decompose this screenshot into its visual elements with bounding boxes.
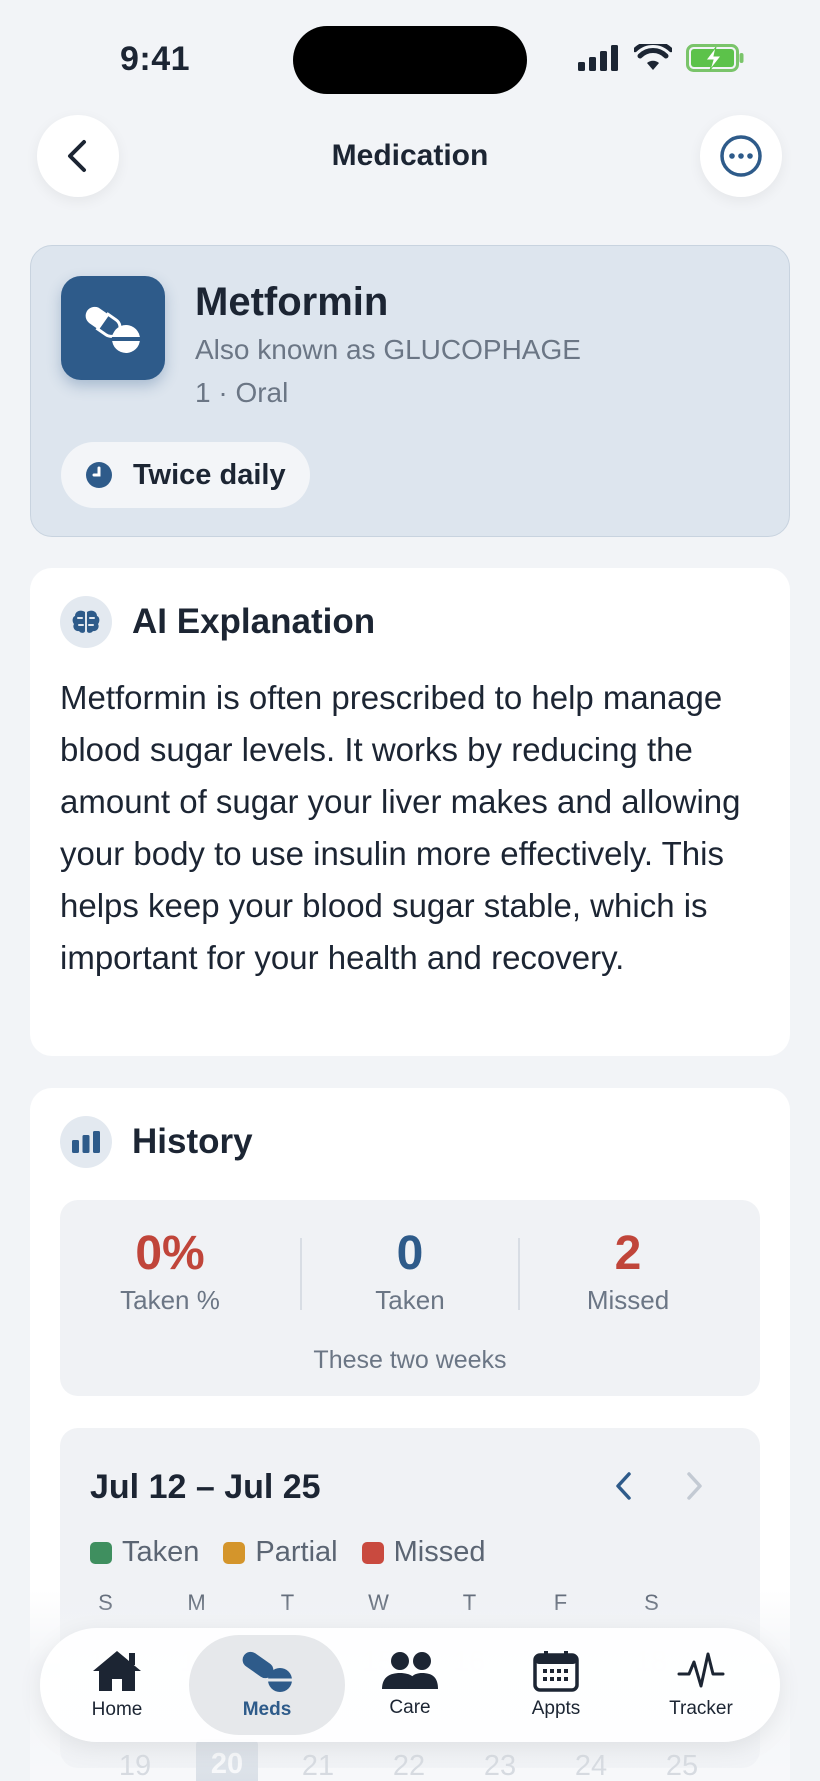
- medication-dose-route: 1 · Oral: [195, 377, 289, 408]
- wifi-icon: [634, 44, 672, 70]
- history-stats: 0% Taken % 0 Taken 2 Missed These two we…: [60, 1200, 760, 1396]
- stat-value: 0: [396, 1227, 424, 1280]
- signal-icon: [578, 45, 618, 71]
- pulse-icon: [677, 1652, 725, 1688]
- ai-explanation-title: AI Explanation: [132, 602, 376, 641]
- stats-period: These two weeks: [313, 1346, 507, 1374]
- stat-taken-percent: 0% Taken %: [60, 1226, 280, 1316]
- stat-label: Taken %: [120, 1285, 220, 1315]
- tab-appts[interactable]: Appts: [482, 1628, 630, 1742]
- status-bar: 9:41: [0, 0, 820, 120]
- legend-partial: Partial: [223, 1536, 338, 1569]
- pills-icon: [242, 1651, 293, 1692]
- status-icons: [578, 44, 744, 72]
- medication-card: Metformin Also known as GLUCOPHAGE 1 · O…: [30, 245, 790, 537]
- tab-label: Tracker: [669, 1698, 733, 1719]
- medication-name: Metformin: [195, 280, 389, 324]
- stat-missed: 2 Missed: [518, 1226, 738, 1316]
- tab-meds[interactable]: Meds: [189, 1635, 345, 1735]
- tab-tracker[interactable]: Tracker: [627, 1628, 775, 1742]
- chevron-left-icon: [616, 1472, 631, 1500]
- tab-home[interactable]: Home: [43, 1628, 191, 1742]
- frequency-chip: Twice daily: [61, 442, 310, 508]
- tab-label: Meds: [242, 1699, 292, 1720]
- pills-icon: [61, 276, 165, 380]
- status-time: 9:41: [120, 40, 191, 78]
- bar-chart-icon: [60, 1116, 112, 1168]
- stat-label: Missed: [586, 1285, 670, 1315]
- more-icon: [720, 135, 762, 177]
- stat-taken: 0 Taken: [300, 1226, 520, 1316]
- page-title: Medication: [331, 139, 489, 172]
- frequency-label: Twice daily: [133, 458, 286, 491]
- tab-label: Home: [91, 1699, 143, 1720]
- tab-care[interactable]: Care: [336, 1628, 484, 1742]
- calendar-range: Jul 12 – Jul 25: [90, 1468, 321, 1506]
- top-bar: Medication: [0, 115, 820, 199]
- people-icon: [382, 1652, 438, 1689]
- clock-icon: [86, 462, 112, 488]
- ai-explanation-card: AI Explanation Metformin is often prescr…: [30, 568, 790, 1056]
- ai-explanation-header: AI Explanation: [60, 596, 375, 648]
- tab-bar: Home Meds Care Appts Tracker: [40, 1628, 780, 1742]
- home-icon: [93, 1651, 141, 1691]
- chevron-right-icon: [687, 1472, 702, 1500]
- stat-label: Taken: [375, 1285, 445, 1315]
- tab-label: Appts: [531, 1698, 581, 1719]
- stat-value: 2: [614, 1227, 642, 1280]
- ai-explanation-text: Metformin is often prescribed to help ma…: [60, 679, 741, 976]
- dynamic-island: [293, 26, 527, 94]
- tab-label: Care: [389, 1697, 431, 1718]
- calendar-prev-button[interactable]: [604, 1466, 644, 1506]
- calendar-next-button[interactable]: [674, 1466, 714, 1506]
- legend-missed: Missed: [361, 1536, 485, 1569]
- history-title: History: [132, 1122, 253, 1161]
- more-options-button[interactable]: [700, 115, 782, 197]
- history-header: History: [60, 1116, 253, 1168]
- medication-alias: Also known as GLUCOPHAGE: [195, 334, 581, 365]
- brain-icon: [60, 596, 112, 648]
- legend-taken: Taken: [90, 1536, 199, 1569]
- battery-charging-icon: [686, 44, 744, 72]
- calendar-legend: Taken Partial Missed: [90, 1536, 485, 1569]
- calendar-icon: [533, 1651, 579, 1692]
- stat-value: 0%: [135, 1227, 205, 1280]
